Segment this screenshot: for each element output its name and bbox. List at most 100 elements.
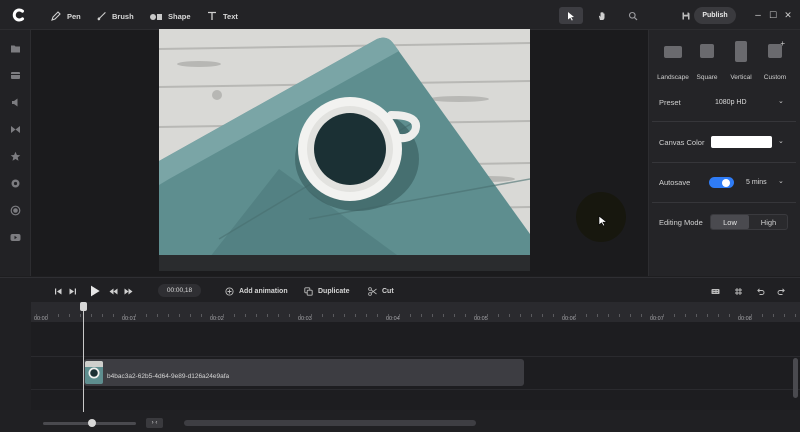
ruler-tick: [91, 314, 92, 317]
aspect-square[interactable]: Square: [692, 44, 722, 81]
ruler-tick: [124, 314, 125, 317]
clip-thumbnail: [85, 361, 103, 384]
playhead-handle[interactable]: [80, 302, 87, 311]
play-button[interactable]: [88, 284, 101, 297]
tool-brush[interactable]: Brush: [95, 9, 134, 23]
publish-button[interactable]: Publish: [694, 7, 736, 24]
duplicate-label: Duplicate: [318, 287, 350, 295]
square-icon: [700, 44, 714, 58]
ruler-tick: [366, 314, 367, 317]
sidebar-record[interactable]: [9, 204, 22, 217]
ruler-tick: [586, 314, 587, 317]
ruler-tick: [685, 314, 686, 317]
hand-tool-button[interactable]: [590, 7, 614, 24]
ruler-tick: [146, 314, 147, 317]
aspect-custom[interactable]: + Custom: [760, 39, 790, 81]
ruler-tick: [432, 314, 433, 317]
canvas-image[interactable]: [159, 29, 530, 271]
rewind-icon: [109, 288, 118, 294]
close-button[interactable]: ✕: [782, 8, 794, 22]
ruler-tick: [267, 314, 268, 317]
cut-button[interactable]: Cut: [368, 286, 394, 296]
sidebar-favorites[interactable]: [9, 150, 22, 163]
select-tool-button[interactable]: [559, 7, 583, 24]
tool-pen-label: Pen: [67, 11, 81, 21]
step-forward-icon: [69, 288, 76, 294]
ruler-tick: [630, 314, 631, 317]
ruler-tick: [311, 314, 312, 317]
aspect-vertical[interactable]: Vertical: [726, 41, 756, 81]
ruler-tick: [531, 314, 532, 317]
aspect-landscape[interactable]: Landscape: [657, 44, 689, 81]
sidebar-youtube[interactable]: [9, 231, 22, 244]
sidebar-effects[interactable]: [9, 177, 22, 190]
tool-shape[interactable]: Shape: [149, 9, 191, 23]
sidebar-audio[interactable]: [9, 96, 22, 109]
tool-pen[interactable]: Pen: [50, 9, 81, 23]
tool-text[interactable]: Text: [206, 9, 238, 23]
zoom-slider-handle[interactable]: [88, 419, 96, 427]
ruler-tick: [157, 314, 158, 317]
add-animation-label: Add animation: [239, 287, 288, 295]
cut-label: Cut: [382, 287, 394, 295]
hand-icon: [598, 11, 605, 20]
minimize-button[interactable]: –: [752, 8, 764, 22]
folder-icon: [11, 45, 20, 53]
timecode-display[interactable]: 00:00,18: [158, 284, 201, 297]
search-icon: [628, 11, 638, 20]
ruler-tick: [718, 314, 719, 317]
ruler-tick: [487, 314, 488, 317]
preset-label: Preset: [659, 98, 681, 107]
star-icon: [10, 151, 21, 161]
ruler-tick: [608, 314, 609, 317]
horizontal-scrollbar[interactable]: [184, 420, 476, 426]
sidebar-folder[interactable]: [9, 42, 22, 55]
autosave-interval-select[interactable]: 5 mins: [742, 175, 778, 189]
fit-timeline-button[interactable]: › ‹: [146, 418, 163, 428]
canvas-color-swatch[interactable]: [711, 136, 772, 148]
divider: [652, 162, 796, 163]
brush-icon: [97, 12, 106, 21]
zoom-tool-button[interactable]: [621, 7, 645, 24]
skip-start-button[interactable]: [53, 286, 64, 296]
keyboard-button[interactable]: [710, 286, 721, 296]
timeline-ruler[interactable]: [31, 302, 800, 322]
sidebar-media[interactable]: [9, 69, 22, 82]
shape-icon: [150, 14, 162, 20]
ruler-tick: [212, 314, 213, 317]
sidebar-transitions[interactable]: [9, 123, 22, 136]
chevron-down-icon: ⌄: [778, 178, 784, 185]
editing-mode-high[interactable]: High: [750, 215, 787, 229]
ruler-tick: [168, 314, 169, 317]
ruler-tick: [641, 314, 642, 317]
editing-mode-label: Editing Mode: [659, 218, 703, 227]
ruler-tick: [322, 314, 323, 317]
maximize-button[interactable]: ☐: [767, 8, 779, 22]
chevron-down-icon[interactable]: ⌄: [778, 137, 784, 145]
vertical-scrollbar[interactable]: [793, 358, 798, 398]
preset-select[interactable]: 1080p HD: [711, 95, 775, 109]
ruler-tick: [476, 314, 477, 317]
canvas-image-shadow: [159, 255, 530, 271]
step-forward-button[interactable]: [67, 286, 78, 296]
add-animation-button[interactable]: Add animation: [225, 286, 288, 296]
divider: [652, 121, 796, 122]
undo-button[interactable]: [755, 286, 766, 296]
play-icon: [90, 285, 100, 296]
ruler-tick: [300, 314, 301, 317]
coffee-photo: [159, 29, 530, 271]
grid-snap-button[interactable]: [733, 286, 744, 296]
duplicate-button[interactable]: Duplicate: [304, 286, 350, 296]
transition-icon: [11, 126, 20, 133]
ruler-tick: [773, 314, 774, 317]
ruler-tick: [454, 314, 455, 317]
redo-button[interactable]: [776, 286, 787, 296]
ruler-tick: [509, 314, 510, 317]
ruler-tick: [707, 314, 708, 317]
rewind-button[interactable]: [108, 286, 119, 296]
ruler-tick: [553, 314, 554, 317]
editing-mode-low[interactable]: Low: [711, 215, 749, 229]
fast-forward-button[interactable]: [123, 286, 134, 296]
playhead[interactable]: [83, 304, 84, 412]
skip-back-icon: [55, 288, 62, 294]
